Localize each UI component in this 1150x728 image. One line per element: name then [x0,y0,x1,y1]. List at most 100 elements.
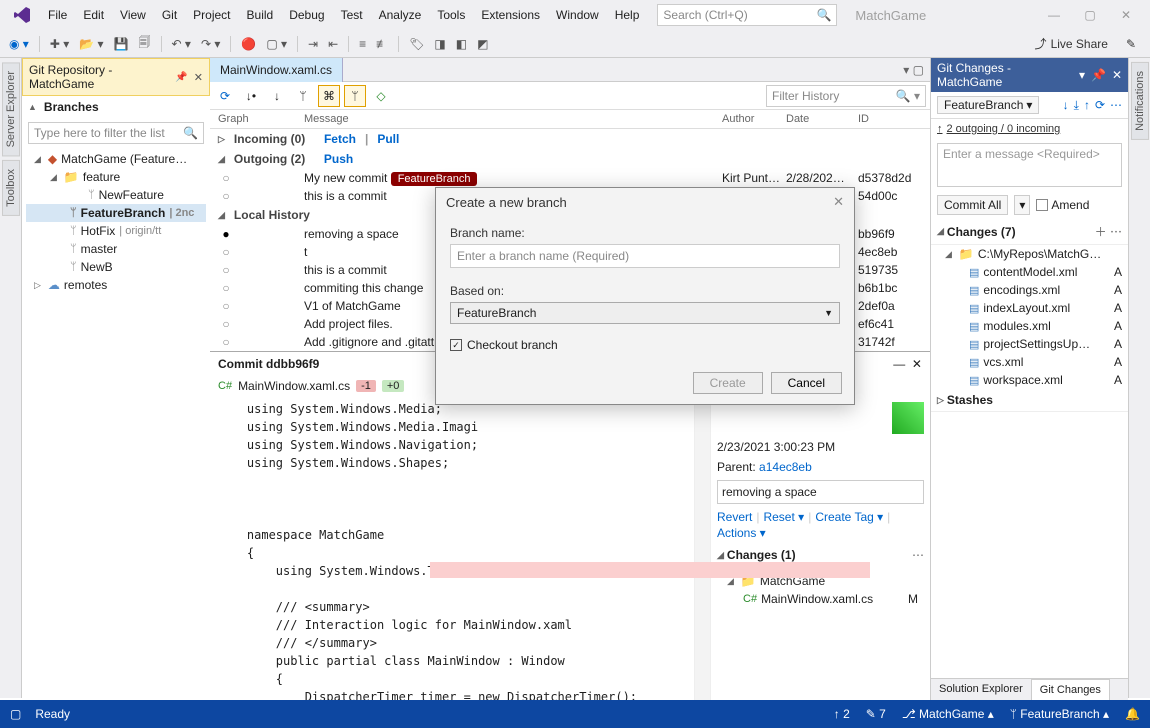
commit-message-input[interactable]: Enter a message <Required> [937,143,1122,187]
code-viewer[interactable]: using System.Windows.Media; using System… [210,396,694,710]
comment-button[interactable]: ≡ [356,35,369,53]
commit-row[interactable]: ○My new commit FeatureBranchKirt Punt…2/… [210,169,930,187]
outgoing-indicator[interactable]: ↑ 2 [834,707,850,721]
save-all-button[interactable]: 🗐 [136,31,154,56]
changed-file[interactable]: ▤indexLayout.xmlA [931,299,1128,317]
quick-search-input[interactable]: Search (Ctrl+Q) 🔍 [657,4,837,26]
menu-project[interactable]: Project [185,3,238,27]
branches-header[interactable]: ▲ Branches [22,96,210,118]
close-button[interactable]: ✕ [1116,8,1136,22]
changed-file[interactable]: ▤workspace.xmlA [931,371,1128,389]
folder-feature[interactable]: ◢📁feature [26,168,206,186]
uncomment-button[interactable]: ≢ [373,35,391,53]
fetch-link[interactable]: Fetch [324,132,356,146]
pin-icon[interactable]: 📌 [175,72,187,83]
maximize-button[interactable]: ▢ [1080,8,1100,22]
col-message[interactable]: Message [304,113,722,125]
outdent-button[interactable]: ⇤ [325,35,341,53]
tool-b-button[interactable]: ▢ ▾ [263,35,290,53]
commit-msg-box[interactable]: removing a space [717,480,924,504]
col-id[interactable]: ID [858,113,922,125]
redo-button[interactable]: ↷ ▾ [198,35,223,53]
pull-link[interactable]: Pull [377,132,399,146]
tab-notifications[interactable]: Notifications [1131,62,1149,140]
revert-button[interactable]: Revert [717,510,752,524]
close-icon[interactable]: ✕ [1112,68,1122,82]
amend-checkbox[interactable]: Amend [1036,198,1089,212]
commit-dropdown-button[interactable]: ▾ [1014,195,1030,215]
cancel-button[interactable]: Cancel [771,372,842,394]
indent-button[interactable]: ⇥ [305,35,321,53]
branch-hotfix[interactable]: ᛘHotFix | origin/tt [26,222,206,240]
tab-toolbox[interactable]: Toolbox [2,160,20,216]
graph-toggle-a[interactable]: ⌘ [318,85,340,107]
changed-file[interactable]: C#MainWindow.xaml.csM [719,590,922,608]
minimize-button[interactable]: — [1044,8,1064,22]
pull-icon[interactable]: ⤓ [1074,98,1079,113]
branch-filter-input[interactable]: Type here to filter the list 🔍 [28,122,204,144]
menu-help[interactable]: Help [607,3,648,27]
remotes-node[interactable]: ▷☁remotes [26,276,206,294]
tab-mainwindow[interactable]: MainWindow.xaml.cs [210,58,343,82]
repo-root-node[interactable]: ◢◆MatchGame (Feature… [26,150,206,168]
push-link[interactable]: Push [324,152,353,166]
notification-bell-icon[interactable]: 🔔 [1125,707,1140,721]
fetch-icon[interactable]: ↓ [1063,98,1069,113]
changed-file[interactable]: ▤modules.xmlA [931,317,1128,335]
feedback-icon[interactable]: ✎ [1126,37,1136,51]
create-button[interactable]: Create [693,372,763,394]
checkout-branch-checkbox[interactable]: ✓ Checkout branch [450,338,840,352]
changed-file[interactable]: ▤contentModel.xmlA [931,263,1128,281]
outgoing-section[interactable]: ◢Outgoing (2) Push [210,149,930,169]
dropdown-icon[interactable]: ▾ [1079,68,1085,82]
based-on-select[interactable]: FeatureBranch▼ [450,302,840,324]
pull-button[interactable]: ↓ [266,85,288,107]
filter-history-input[interactable]: Filter History🔍 ▾ [766,85,926,107]
menu-extensions[interactable]: Extensions [473,3,548,27]
tool-a-button[interactable]: 🔴 [238,35,259,53]
root-folder[interactable]: ◢📁C:\MyRepos\MatchG… [931,245,1128,263]
new-item-button[interactable]: ✚ ▾ [47,35,72,53]
sync-status-link[interactable]: ↑2 outgoing / 0 incoming [931,119,1128,139]
bookmark-button[interactable]: 🏷 [406,35,427,53]
repo-indicator[interactable]: ⎇ MatchGame ▴ [902,707,994,721]
minimize-icon[interactable]: — ✕ [893,357,922,371]
col-author[interactable]: Author [722,113,786,125]
refresh-button[interactable]: ⟳ [214,85,236,107]
menu-tools[interactable]: Tools [429,3,473,27]
push-icon[interactable]: ↑ [1084,98,1090,113]
menu-test[interactable]: Test [333,3,371,27]
open-button[interactable]: 📂 ▾ [76,35,106,53]
tab-git-changes[interactable]: Git Changes [1031,679,1110,700]
back-button[interactable]: ◉ ▾ [6,35,32,53]
parent-link[interactable]: a14ec8eb [759,460,812,474]
tool-c-button[interactable]: ◨ [431,35,448,53]
branch-newfeature[interactable]: ᛘNewFeature [26,186,206,204]
sync-icon[interactable]: ⟳ [1095,98,1105,113]
menu-analyze[interactable]: Analyze [371,3,430,27]
branch-name-input[interactable]: Enter a branch name (Required) [450,244,840,268]
tab-solution-explorer[interactable]: Solution Explorer [931,679,1031,700]
dialog-close-button[interactable]: ✕ [833,194,844,210]
tool-d-button[interactable]: ◧ [453,35,470,53]
fetch-button[interactable]: ↓• [240,85,262,107]
col-graph[interactable]: Graph [218,113,304,125]
reset-button[interactable]: Reset ▾ [763,510,804,524]
branch-indicator[interactable]: ᛘ FeatureBranch ▴ [1010,707,1109,721]
graph-toggle-c[interactable]: ◇ [370,85,392,107]
branch-newb[interactable]: ᛘNewB [26,258,206,276]
live-share-button[interactable]: ⤴ Live Share ✎ [1035,35,1136,52]
changed-file[interactable]: ▤encodings.xmlA [931,281,1128,299]
changed-file[interactable]: ▤projectSettingsUp…A [931,335,1128,353]
menu-build[interactable]: Build [239,3,282,27]
commit-all-button[interactable]: Commit All [937,195,1008,215]
undo-button[interactable]: ↶ ▾ [169,35,194,53]
tool-e-button[interactable]: ◩ [474,35,491,53]
changed-file[interactable]: ▤vcs.xmlA [931,353,1128,371]
branch-featurebranch[interactable]: ᛘFeatureBranch| 2nc [26,204,206,222]
save-button[interactable]: 💾 [111,35,132,53]
create-tag-button[interactable]: Create Tag ▾ [815,510,883,524]
menu-edit[interactable]: Edit [75,3,112,27]
menu-debug[interactable]: Debug [281,3,332,27]
branch-master[interactable]: ᛘmaster [26,240,206,258]
